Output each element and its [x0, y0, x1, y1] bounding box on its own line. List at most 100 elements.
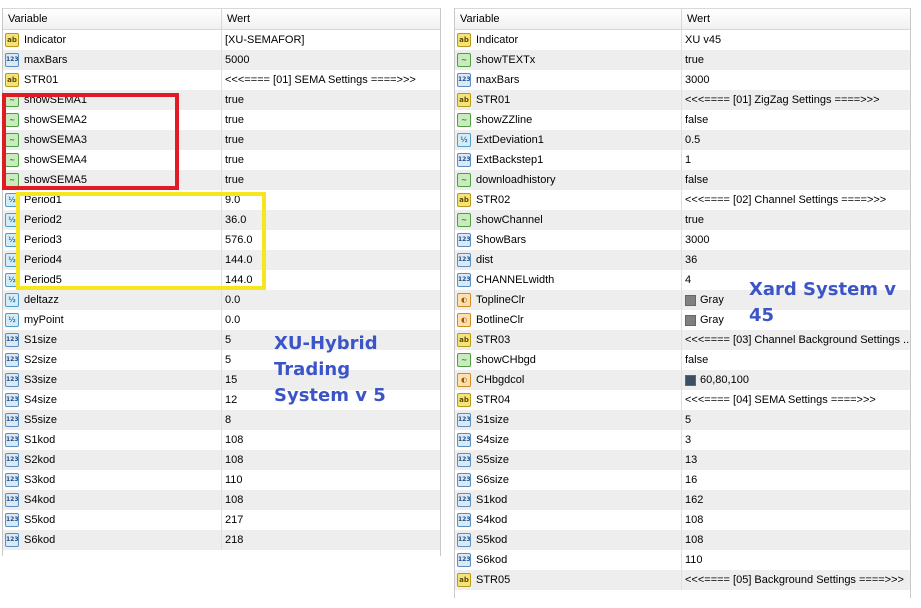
value-cell[interactable]: true [682, 50, 910, 70]
parameter-row[interactable]: ab STR01 <<<==== [01] SEMA Settings ====>>… [3, 70, 440, 90]
variable-cell: ½ Period1 [3, 190, 222, 210]
parameter-row[interactable]: 123 S1kod 162 [455, 490, 910, 510]
parameter-row[interactable]: 123 S3kod 110 [3, 470, 440, 490]
parameter-row[interactable]: ~ showChannel true [455, 210, 910, 230]
parameter-row[interactable]: ~ showSEMA5 true [3, 170, 440, 190]
value-cell[interactable]: 108 [222, 430, 440, 450]
value-cell[interactable]: 36 [682, 250, 910, 270]
value-cell[interactable]: 5 [682, 410, 910, 430]
parameter-row[interactable]: 123 S6kod 218 [3, 530, 440, 550]
value-cell[interactable]: 1 [682, 150, 910, 170]
value-cell[interactable]: <<<==== [03] Channel Background Settings… [682, 330, 910, 350]
parameter-row[interactable]: 123 maxBars 5000 [3, 50, 440, 70]
parameter-row[interactable]: 123 S5size 8 [3, 410, 440, 430]
value-cell[interactable]: 144.0 [222, 250, 440, 270]
int-type-icon: 123 [5, 333, 19, 347]
value-cell[interactable]: true [222, 110, 440, 130]
parameter-row[interactable]: ½ Period3 576.0 [3, 230, 440, 250]
value-cell[interactable]: 5000 [222, 50, 440, 70]
parameter-row[interactable]: ◐ CHbgdcol 60,80,100 [455, 370, 910, 390]
parameter-row[interactable]: ~ showSEMA1 true [3, 90, 440, 110]
value-cell[interactable]: 110 [222, 470, 440, 490]
parameter-row[interactable]: 123 S5kod 108 [455, 530, 910, 550]
parameter-row[interactable]: 123 ShowBars 3000 [455, 230, 910, 250]
column-header-variable[interactable]: Variable [455, 9, 682, 29]
value-cell[interactable]: 3000 [682, 230, 910, 250]
parameter-row[interactable]: ab STR01 <<<==== [01] ZigZag Settings ====… [455, 90, 910, 110]
parameter-row[interactable]: ~ showSEMA2 true [3, 110, 440, 130]
parameter-row[interactable]: ab Indicator [XU-SEMAFOR] [3, 30, 440, 50]
parameter-row[interactable]: ab STR04 <<<==== [04] SEMA Settings ====>>… [455, 390, 910, 410]
value-cell[interactable]: 144.0 [222, 270, 440, 290]
value-cell[interactable]: true [222, 170, 440, 190]
parameter-row[interactable]: ab STR05 <<<==== [05] Background Settings … [455, 570, 910, 590]
value-cell[interactable]: <<<==== [05] Background Settings ====>>> [682, 570, 910, 590]
value-cell[interactable]: true [222, 90, 440, 110]
value-cell[interactable]: 36.0 [222, 210, 440, 230]
value-cell[interactable]: true [222, 130, 440, 150]
value-cell[interactable]: <<<==== [02] Channel Settings ====>>> [682, 190, 910, 210]
parameter-row[interactable]: ab Indicator XU v45 [455, 30, 910, 50]
parameter-row[interactable]: 123 S4kod 108 [3, 490, 440, 510]
value-cell[interactable]: 3000 [682, 70, 910, 90]
value-cell[interactable]: 162 [682, 490, 910, 510]
parameter-row[interactable]: ½ myPoint 0.0 [3, 310, 440, 330]
parameter-row[interactable]: ½ Period5 144.0 [3, 270, 440, 290]
value-cell[interactable]: 0.0 [222, 290, 440, 310]
column-header-variable[interactable]: Variable [3, 9, 222, 29]
parameter-row[interactable]: 123 S6size 16 [455, 470, 910, 490]
parameter-row[interactable]: 123 S4size 3 [455, 430, 910, 450]
value-cell[interactable]: true [682, 210, 910, 230]
parameter-row[interactable]: 123 S4kod 108 [455, 510, 910, 530]
value-cell[interactable]: 0.0 [222, 310, 440, 330]
parameter-row[interactable]: 123 S5kod 217 [3, 510, 440, 530]
parameter-row[interactable]: ab STR02 <<<==== [02] Channel Settings ===… [455, 190, 910, 210]
value-cell[interactable]: true [222, 150, 440, 170]
value-cell[interactable]: 60,80,100 [682, 370, 910, 390]
parameter-row[interactable]: 123 S5size 13 [455, 450, 910, 470]
value-cell[interactable]: 9.0 [222, 190, 440, 210]
value-cell[interactable]: 108 [682, 510, 910, 530]
value-cell[interactable]: <<<==== [01] ZigZag Settings ====>>> [682, 90, 910, 110]
parameter-row[interactable]: ½ Period4 144.0 [3, 250, 440, 270]
parameter-row[interactable]: ½ Period2 36.0 [3, 210, 440, 230]
parameter-row[interactable]: 123 S6kod 110 [455, 550, 910, 570]
parameter-row[interactable]: ½ ExtDeviation1 0.5 [455, 130, 910, 150]
column-header-value[interactable]: Wert [222, 9, 440, 29]
value-cell[interactable]: <<<==== [01] SEMA Settings ====>>> [222, 70, 440, 90]
parameter-row[interactable]: 123 dist 36 [455, 250, 910, 270]
value-cell[interactable]: 16 [682, 470, 910, 490]
parameter-row[interactable]: ab STR03 <<<==== [03] Channel Background S… [455, 330, 910, 350]
value-cell[interactable]: 8 [222, 410, 440, 430]
column-header-value[interactable]: Wert [682, 9, 910, 29]
value-cell[interactable]: XU v45 [682, 30, 910, 50]
parameter-row[interactable]: ½ deltazz 0.0 [3, 290, 440, 310]
parameter-row[interactable]: ~ showSEMA3 true [3, 130, 440, 150]
parameter-row[interactable]: 123 maxBars 3000 [455, 70, 910, 90]
value-cell[interactable]: 108 [222, 450, 440, 470]
value-cell[interactable]: 108 [222, 490, 440, 510]
parameter-row[interactable]: 123 S1kod 108 [3, 430, 440, 450]
value-cell[interactable]: false [682, 350, 910, 370]
value-cell[interactable]: 108 [682, 530, 910, 550]
value-cell[interactable]: 13 [682, 450, 910, 470]
value-cell[interactable]: 3 [682, 430, 910, 450]
parameter-row[interactable]: ~ showSEMA4 true [3, 150, 440, 170]
value-cell[interactable]: 110 [682, 550, 910, 570]
value-cell[interactable]: false [682, 170, 910, 190]
value-cell[interactable]: false [682, 110, 910, 130]
parameter-row[interactable]: 123 S2kod 108 [3, 450, 440, 470]
value-cell[interactable]: 576.0 [222, 230, 440, 250]
parameter-row[interactable]: 123 ExtBackstep1 1 [455, 150, 910, 170]
parameter-row[interactable]: ½ Period1 9.0 [3, 190, 440, 210]
value-cell[interactable]: <<<==== [04] SEMA Settings ====>>> [682, 390, 910, 410]
value-cell[interactable]: [XU-SEMAFOR] [222, 30, 440, 50]
parameter-row[interactable]: ~ downloadhistory false [455, 170, 910, 190]
parameter-row[interactable]: ~ showZZline false [455, 110, 910, 130]
parameter-row[interactable]: 123 S1size 5 [455, 410, 910, 430]
value-cell[interactable]: 217 [222, 510, 440, 530]
value-cell[interactable]: 0.5 [682, 130, 910, 150]
parameter-row[interactable]: ~ showCHbgd false [455, 350, 910, 370]
parameter-row[interactable]: ~ showTEXTx true [455, 50, 910, 70]
value-cell[interactable]: 218 [222, 530, 440, 550]
